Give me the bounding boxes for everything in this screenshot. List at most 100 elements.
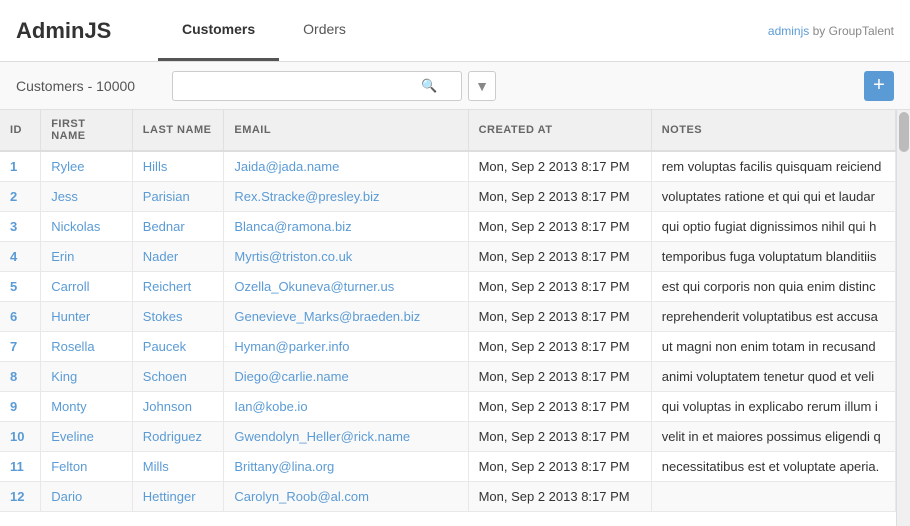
cell-last-name: Rodriguez — [132, 422, 224, 452]
table-row[interactable]: 11 Felton Mills Brittany@lina.org Mon, S… — [0, 452, 896, 482]
search-input[interactable] — [173, 78, 413, 93]
cell-last-name: Schoen — [132, 362, 224, 392]
first-name-link[interactable]: Eveline — [51, 429, 94, 444]
first-name-link[interactable]: Felton — [51, 459, 87, 474]
first-name-link[interactable]: Nickolas — [51, 219, 100, 234]
last-name-link[interactable]: Rodriguez — [143, 429, 202, 444]
last-name-link[interactable]: Nader — [143, 249, 178, 264]
first-name-link[interactable]: Rylee — [51, 159, 84, 174]
col-last-name: LAST NAME — [132, 110, 224, 151]
email-link[interactable]: Myrtis@triston.co.uk — [234, 249, 352, 264]
search-icon[interactable]: 🔍 — [413, 78, 445, 94]
id-link[interactable]: 12 — [10, 489, 24, 504]
cell-created-at: Mon, Sep 2 2013 8:17 PM — [468, 452, 651, 482]
table-row[interactable]: 3 Nickolas Bednar Blanca@ramona.biz Mon,… — [0, 212, 896, 242]
email-link[interactable]: Hyman@parker.info — [234, 339, 349, 354]
header: AdminJS Customers Orders adminjs by Grou… — [0, 0, 910, 62]
first-name-link[interactable]: King — [51, 369, 77, 384]
brand-link[interactable]: adminjs — [768, 24, 809, 38]
table-row[interactable]: 5 Carroll Reichert Ozella_Okuneva@turner… — [0, 272, 896, 302]
first-name-link[interactable]: Dario — [51, 489, 82, 504]
scrollbar-thumb[interactable] — [899, 112, 909, 152]
cell-created-at: Mon, Sep 2 2013 8:17 PM — [468, 302, 651, 332]
col-first-name: FIRST NAME — [41, 110, 133, 151]
id-link[interactable]: 11 — [10, 459, 24, 474]
cell-first-name: Rosella — [41, 332, 133, 362]
cell-email: Ian@kobe.io — [224, 392, 468, 422]
email-link[interactable]: Ian@kobe.io — [234, 399, 307, 414]
last-name-link[interactable]: Bednar — [143, 219, 185, 234]
cell-id: 4 — [0, 242, 41, 272]
first-name-link[interactable]: Hunter — [51, 309, 90, 324]
id-link[interactable]: 1 — [10, 159, 17, 174]
col-notes: NOTES — [651, 110, 895, 151]
cell-email: Diego@carlie.name — [224, 362, 468, 392]
cell-first-name: Eveline — [41, 422, 133, 452]
last-name-link[interactable]: Schoen — [143, 369, 187, 384]
email-link[interactable]: Ozella_Okuneva@turner.us — [234, 279, 394, 294]
cell-notes: qui voluptas in explicabo rerum illum i — [651, 392, 895, 422]
add-record-button[interactable]: + — [864, 71, 894, 101]
email-link[interactable]: Jaida@jada.name — [234, 159, 339, 174]
email-link[interactable]: Carolyn_Roob@al.com — [234, 489, 369, 504]
first-name-link[interactable]: Rosella — [51, 339, 94, 354]
email-link[interactable]: Gwendolyn_Heller@rick.name — [234, 429, 410, 444]
id-link[interactable]: 10 — [10, 429, 24, 444]
table-row[interactable]: 4 Erin Nader Myrtis@triston.co.uk Mon, S… — [0, 242, 896, 272]
cell-created-at: Mon, Sep 2 2013 8:17 PM — [468, 422, 651, 452]
cell-created-at: Mon, Sep 2 2013 8:17 PM — [468, 272, 651, 302]
first-name-link[interactable]: Jess — [51, 189, 78, 204]
last-name-link[interactable]: Parisian — [143, 189, 190, 204]
cell-created-at: Mon, Sep 2 2013 8:17 PM — [468, 482, 651, 512]
email-link[interactable]: Brittany@lina.org — [234, 459, 334, 474]
cell-notes: ut magni non enim totam in recusand — [651, 332, 895, 362]
id-link[interactable]: 6 — [10, 309, 17, 324]
table-scroll[interactable]: ID FIRST NAME LAST NAME EMAIL CREATED AT… — [0, 110, 896, 526]
tab-customers[interactable]: Customers — [158, 0, 279, 61]
table-row[interactable]: 2 Jess Parisian Rex.Stracke@presley.biz … — [0, 182, 896, 212]
id-link[interactable]: 3 — [10, 219, 17, 234]
email-link[interactable]: Genevieve_Marks@braeden.biz — [234, 309, 420, 324]
id-link[interactable]: 9 — [10, 399, 17, 414]
last-name-link[interactable]: Reichert — [143, 279, 191, 294]
filter-button[interactable]: ▼ — [468, 71, 496, 101]
last-name-link[interactable]: Hettinger — [143, 489, 196, 504]
cell-notes: qui optio fugiat dignissimos nihil qui h — [651, 212, 895, 242]
cell-last-name: Hettinger — [132, 482, 224, 512]
cell-id: 8 — [0, 362, 41, 392]
tab-orders[interactable]: Orders — [279, 0, 370, 61]
cell-notes: rem voluptas facilis quisquam reiciend — [651, 151, 895, 182]
table-row[interactable]: 6 Hunter Stokes Genevieve_Marks@braeden.… — [0, 302, 896, 332]
email-link[interactable]: Diego@carlie.name — [234, 369, 348, 384]
id-link[interactable]: 5 — [10, 279, 17, 294]
last-name-link[interactable]: Johnson — [143, 399, 192, 414]
id-link[interactable]: 8 — [10, 369, 17, 384]
table-row[interactable]: 8 King Schoen Diego@carlie.name Mon, Sep… — [0, 362, 896, 392]
table-row[interactable]: 7 Rosella Paucek Hyman@parker.info Mon, … — [0, 332, 896, 362]
last-name-link[interactable]: Paucek — [143, 339, 186, 354]
header-brand: adminjs by GroupTalent — [768, 24, 894, 38]
table-row[interactable]: 12 Dario Hettinger Carolyn_Roob@al.com M… — [0, 482, 896, 512]
id-link[interactable]: 4 — [10, 249, 17, 264]
email-link[interactable]: Rex.Stracke@presley.biz — [234, 189, 379, 204]
cell-first-name: Felton — [41, 452, 133, 482]
cell-notes: est qui corporis non quia enim distinc — [651, 272, 895, 302]
email-link[interactable]: Blanca@ramona.biz — [234, 219, 351, 234]
brand-by: by — [809, 24, 828, 38]
last-name-link[interactable]: Mills — [143, 459, 169, 474]
toolbar: Customers - 10000 🔍 ▼ + — [0, 62, 910, 110]
cell-notes: voluptates ratione et qui qui et laudar — [651, 182, 895, 212]
table-row[interactable]: 10 Eveline Rodriguez Gwendolyn_Heller@ri… — [0, 422, 896, 452]
id-link[interactable]: 7 — [10, 339, 17, 354]
id-link[interactable]: 2 — [10, 189, 17, 204]
last-name-link[interactable]: Hills — [143, 159, 168, 174]
vertical-scrollbar[interactable] — [896, 110, 910, 526]
cell-last-name: Johnson — [132, 392, 224, 422]
cell-created-at: Mon, Sep 2 2013 8:17 PM — [468, 362, 651, 392]
last-name-link[interactable]: Stokes — [143, 309, 183, 324]
first-name-link[interactable]: Monty — [51, 399, 86, 414]
first-name-link[interactable]: Carroll — [51, 279, 89, 294]
table-row[interactable]: 9 Monty Johnson Ian@kobe.io Mon, Sep 2 2… — [0, 392, 896, 422]
first-name-link[interactable]: Erin — [51, 249, 74, 264]
table-row[interactable]: 1 Rylee Hills Jaida@jada.name Mon, Sep 2… — [0, 151, 896, 182]
